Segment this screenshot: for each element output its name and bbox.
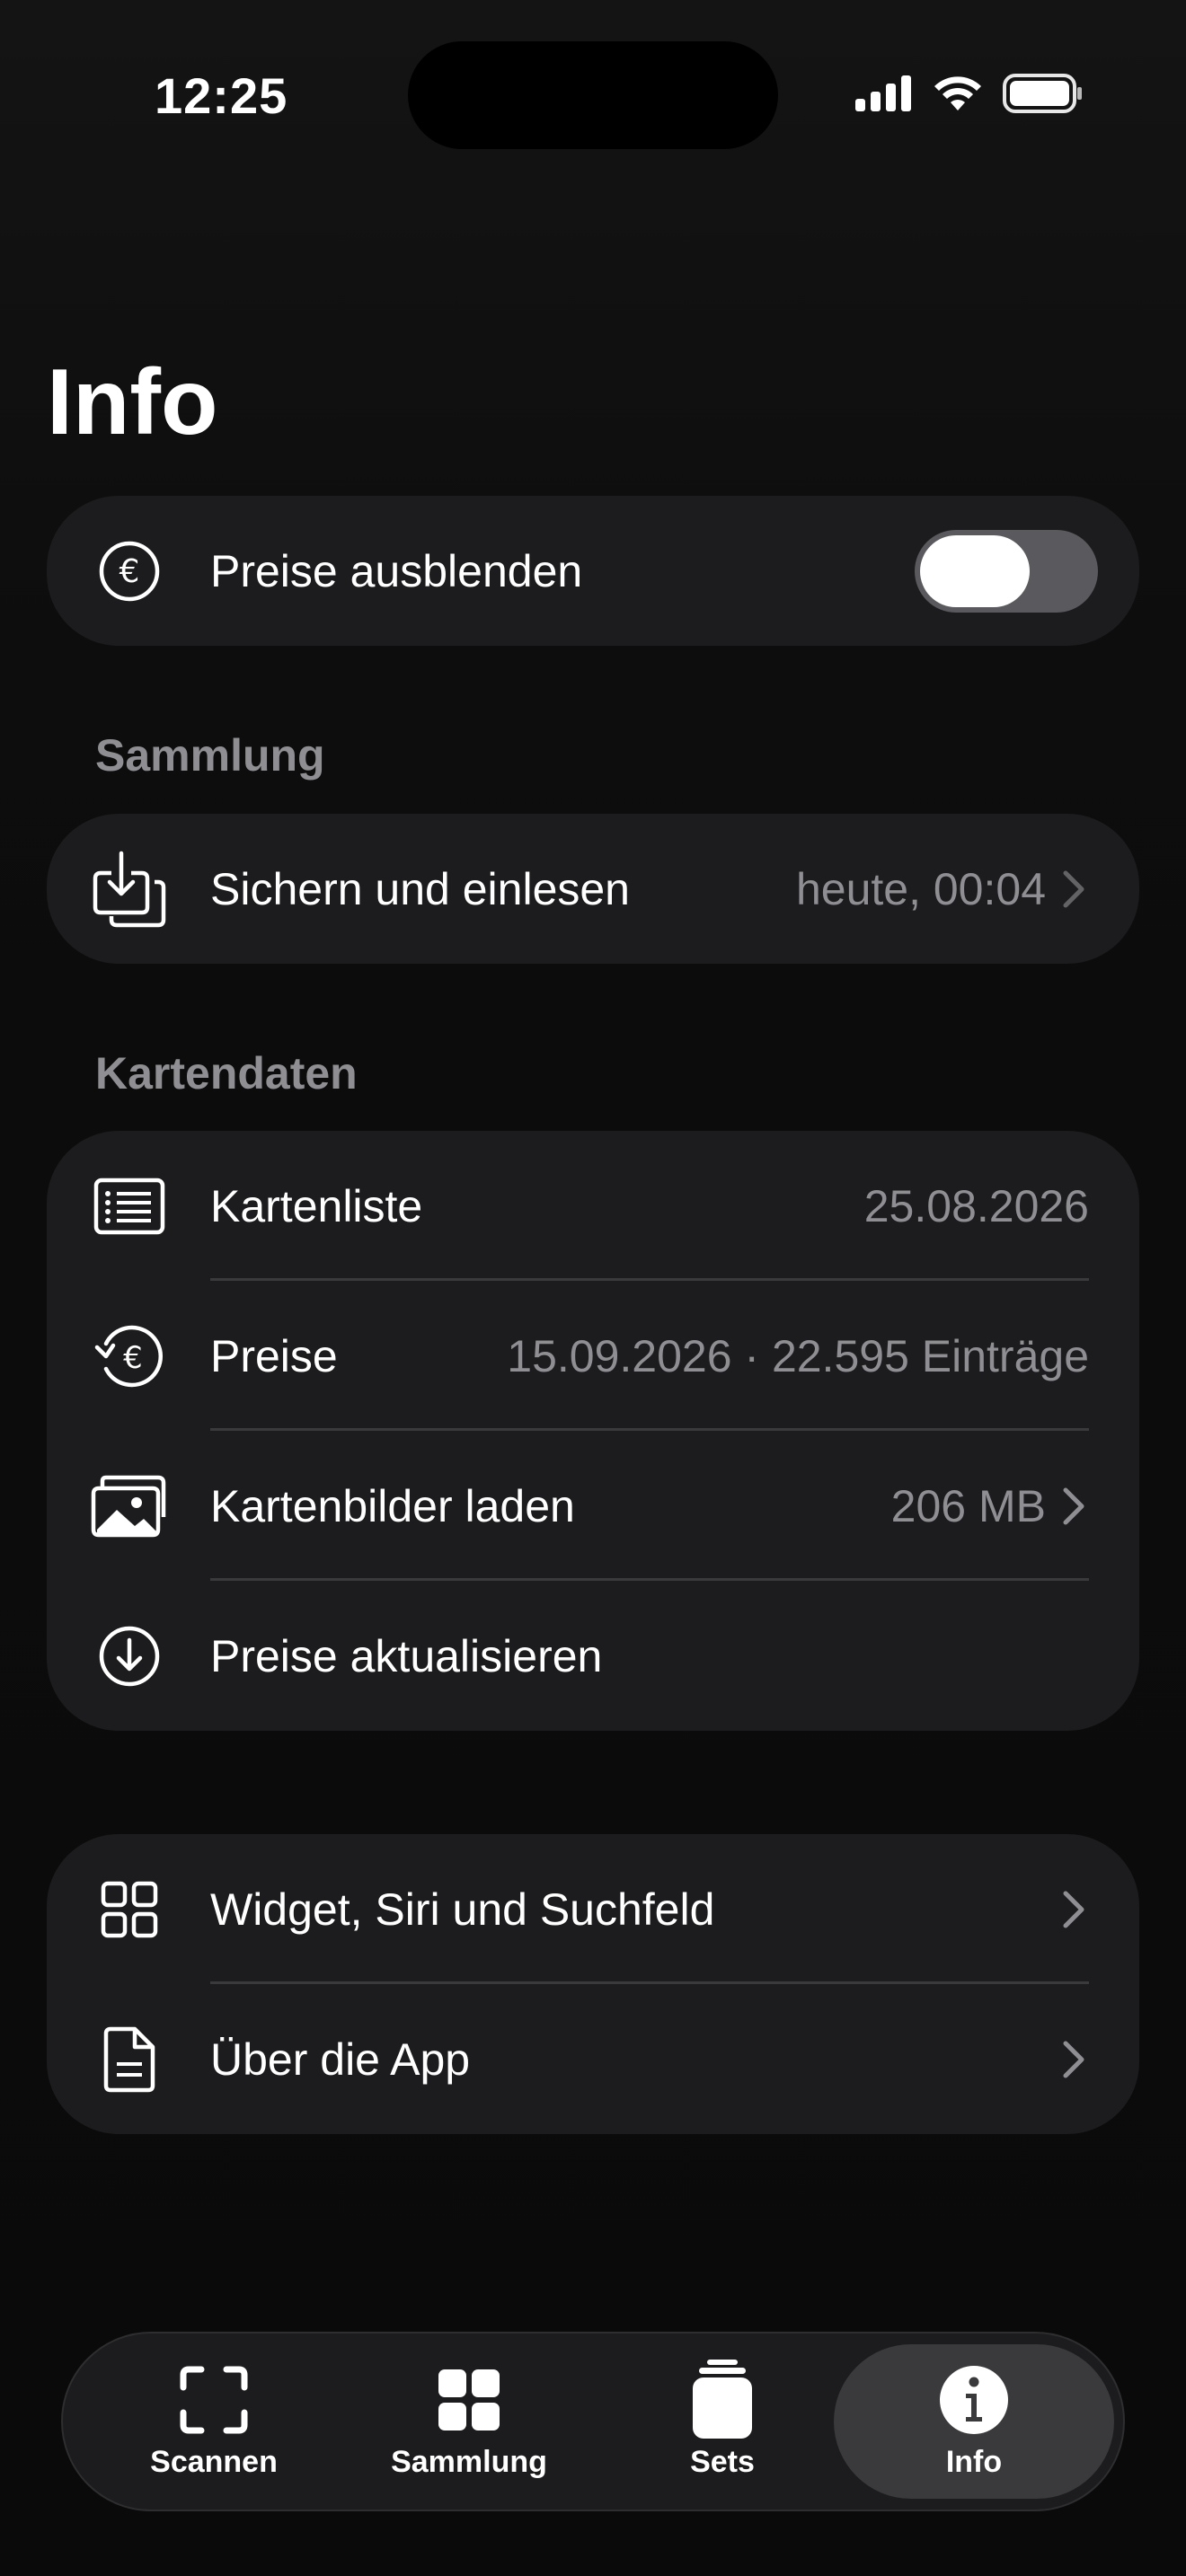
widget-siri-label: Widget, Siri und Suchfeld [210, 1883, 715, 1935]
backup-row[interactable]: Sichern und einlesen heute, 00:04 [47, 814, 1139, 964]
chevron-right-icon [1063, 870, 1084, 907]
tab-collection-label: Sammlung [391, 2444, 547, 2479]
battery-icon [1003, 74, 1082, 113]
dynamic-island [408, 41, 778, 149]
list-icon [86, 1163, 173, 1249]
widget-siri-row[interactable]: Widget, Siri und Suchfeld [47, 1834, 1139, 1984]
grid-tiles-icon [433, 2364, 505, 2436]
prices-row: € Preise 15.09.2026 · 22.595 Einträge [47, 1281, 1139, 1431]
card-data-card: Kartenliste 25.08.2026 € Preise 15.09.20… [47, 1131, 1139, 1731]
status-time: 12:25 [155, 67, 288, 124]
hide-prices-label: Preise ausblenden [210, 545, 583, 596]
prices-value: 15.09.2026 · 22.595 Einträge [507, 1330, 1089, 1381]
svg-text:€: € [119, 553, 140, 590]
chevron-right-icon [1063, 1487, 1084, 1524]
chevron-right-icon [1063, 2041, 1084, 2078]
update-prices-label: Preise aktualisieren [210, 1630, 603, 1681]
toggle-knob [920, 534, 1030, 607]
about-app-row[interactable]: Über die App [47, 1984, 1139, 2134]
status-icons [855, 74, 1084, 113]
tab-scan[interactable]: Scannen [88, 2333, 340, 2510]
backup-label: Sichern und einlesen [210, 863, 630, 914]
wifi-icon [934, 76, 981, 110]
card-images-value: 206 MB [890, 1480, 1046, 1531]
grid-icon [86, 1866, 173, 1953]
card-stack-icon [686, 2359, 758, 2439]
prices-label: Preise [210, 1330, 338, 1381]
card-list-value: 25.08.2026 [863, 1180, 1089, 1231]
card-images-label: Kartenbilder laden [210, 1480, 575, 1531]
photos-icon [86, 1463, 173, 1549]
collection-card: Sichern und einlesen heute, 00:04 [47, 814, 1139, 964]
document-icon [86, 2016, 173, 2103]
more-card: Widget, Siri und Suchfeld Über die App [47, 1834, 1139, 2134]
info-circle-icon [938, 2364, 1010, 2436]
backup-value: heute, 00:04 [795, 863, 1046, 914]
tab-scan-label: Scannen [150, 2444, 278, 2479]
svg-text:€: € [123, 1340, 143, 1376]
card-list-label: Kartenliste [210, 1180, 423, 1231]
card-list-row: Kartenliste 25.08.2026 [47, 1131, 1139, 1281]
cellular-signal-icon [855, 75, 911, 111]
hide-prices-toggle[interactable] [915, 529, 1098, 613]
scan-frame-icon [178, 2364, 250, 2436]
page-title: Info [47, 350, 218, 454]
section-header-collection: Sammlung [95, 730, 325, 781]
tab-sets-label: Sets [690, 2444, 755, 2479]
hide-prices-row: € Preise ausblenden [47, 496, 1139, 646]
update-prices-row[interactable]: Preise aktualisieren [47, 1581, 1139, 1731]
download-circle-icon [86, 1613, 173, 1699]
tab-collection[interactable]: Sammlung [343, 2333, 595, 2510]
euro-circle-icon: € [86, 528, 173, 614]
tab-bar: Scannen Sammlung Sets Info [61, 2332, 1125, 2511]
tab-sets[interactable]: Sets [597, 2333, 848, 2510]
euro-refresh-icon: € [86, 1313, 173, 1399]
hide-prices-card: € Preise ausblenden [47, 496, 1139, 646]
tab-info-label: Info [945, 2444, 1003, 2479]
chevron-right-icon [1063, 1891, 1084, 1928]
section-header-card-data: Kartendaten [95, 1048, 358, 1098]
backup-tray-icon [86, 846, 173, 932]
tab-info[interactable]: Info [834, 2344, 1114, 2499]
card-images-row[interactable]: Kartenbilder laden 206 MB [47, 1431, 1139, 1581]
about-app-label: Über die App [210, 2033, 471, 2085]
info-screen: 12:25 Info € Preise ausblenden Sammlung … [0, 0, 1186, 2576]
